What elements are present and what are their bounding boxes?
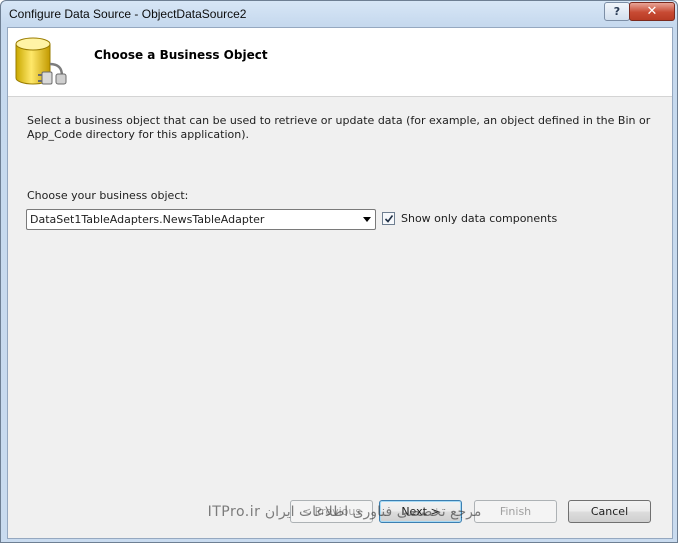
page-title: Choose a Business Object <box>94 48 268 62</box>
dialog-window: Configure Data Source - ObjectDataSource… <box>0 0 678 543</box>
close-button[interactable]: ✕ <box>629 2 675 21</box>
show-data-components-label: Show only data components <box>401 211 558 225</box>
wizard-body: Select a business object that can be use… <box>8 97 672 538</box>
show-data-components-checkbox[interactable] <box>382 211 395 225</box>
show-data-components-option[interactable]: Show only data components <box>382 210 557 226</box>
chevron-down-icon[interactable] <box>363 217 371 222</box>
title-bar[interactable]: Configure Data Source - ObjectDataSource… <box>1 1 677 27</box>
help-button[interactable]: ? <box>604 2 630 21</box>
database-plug-icon <box>15 37 67 85</box>
business-object-value: DataSet1TableAdapters.NewsTableAdapter <box>30 213 265 226</box>
wizard-header: Choose a Business Object <box>8 28 672 97</box>
description-text: Select a business object that can be use… <box>27 114 651 141</box>
close-icon: ✕ <box>646 4 658 19</box>
help-icon: ? <box>613 5 621 18</box>
business-object-dropdown[interactable]: DataSet1TableAdapters.NewsTableAdapter <box>26 209 376 230</box>
cancel-button[interactable]: Cancel <box>568 500 651 523</box>
dialog-client-area: Choose a Business Object Select a busine… <box>7 27 673 539</box>
business-object-label: Choose your business object: <box>27 189 189 202</box>
watermark-text: مرجع تخصصی فناوری اطلاعات ایران ITPro.ir <box>207 504 482 520</box>
window-title: Configure Data Source - ObjectDataSource… <box>9 7 247 21</box>
checkmark-icon <box>384 214 394 223</box>
